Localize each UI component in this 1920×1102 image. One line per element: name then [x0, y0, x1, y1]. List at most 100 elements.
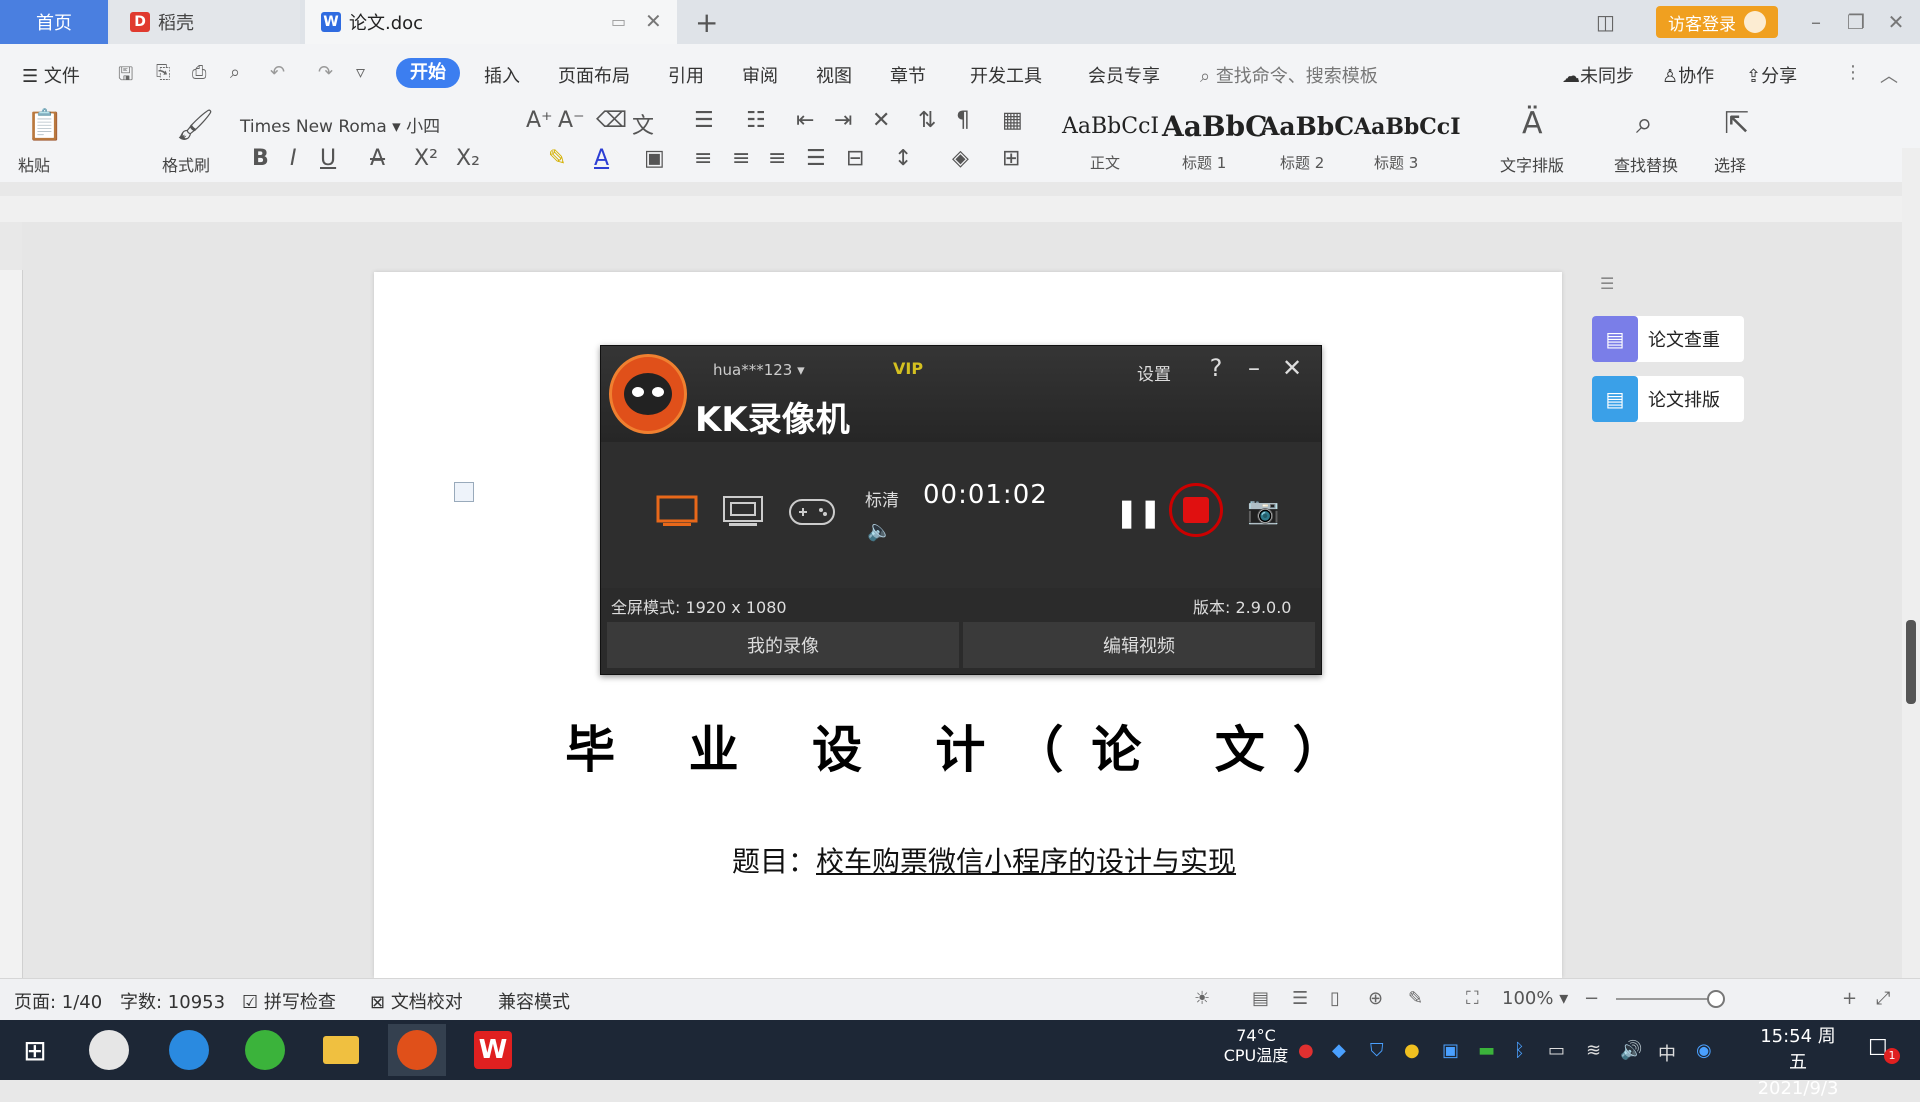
show-marks-icon[interactable]: ¶ — [956, 108, 970, 133]
page-view-icon[interactable]: ▤ — [1252, 988, 1269, 1009]
tray-360-icon[interactable]: ● — [1404, 1040, 1420, 1061]
collab-button[interactable]: ♙协作 — [1662, 62, 1714, 88]
pin-icon[interactable]: ▭ — [611, 12, 626, 31]
kk-quality-select[interactable]: 标清 — [865, 486, 899, 511]
tab-devtools[interactable]: 开发工具 — [970, 62, 1042, 88]
zoom-out-icon[interactable]: − — [1584, 988, 1599, 1009]
tab-document[interactable]: W 论文.doc ▭ ✕ — [305, 0, 677, 44]
bluetooth-icon[interactable]: ᛒ — [1514, 1040, 1525, 1061]
tray-app-icon[interactable]: ● — [1298, 1040, 1314, 1061]
app-360-icon[interactable] — [80, 1024, 138, 1076]
ie-browser-icon[interactable] — [160, 1024, 218, 1076]
print-preview-icon[interactable]: ⌕ — [230, 62, 240, 83]
tab-review[interactable]: 审阅 — [742, 62, 778, 88]
tab-view[interactable]: 视图 — [816, 62, 852, 88]
page-indicator[interactable]: 页面: 1/40 — [14, 988, 102, 1014]
paper-check-button[interactable]: ▤ 论文查重 — [1592, 316, 1744, 362]
cursor-select-icon[interactable]: ⇱ — [1724, 106, 1749, 141]
wifi-icon[interactable]: ≋ — [1586, 1040, 1601, 1061]
underline-icon[interactable]: U — [320, 146, 336, 171]
outline-view-icon[interactable]: ☰ — [1292, 988, 1308, 1009]
paper-format-button[interactable]: ▤ 论文排版 — [1592, 376, 1744, 422]
shrink-font-icon[interactable]: A⁻ — [558, 108, 585, 133]
share-button[interactable]: ⇪分享 — [1746, 62, 1797, 88]
spell-check-toggle[interactable]: ☑ 拼写检查 — [242, 988, 336, 1014]
fullscreen-icon[interactable]: ⤢ — [1876, 988, 1890, 1009]
superscript-icon[interactable]: X² — [414, 146, 438, 171]
subscript-icon[interactable]: X₂ — [456, 146, 480, 171]
distribute-icon[interactable]: ⊟ — [846, 146, 864, 171]
tray-shield-icon[interactable]: ⛉ — [1370, 1040, 1384, 1061]
strikethrough-icon[interactable]: A — [370, 146, 385, 171]
restore-icon[interactable]: ❐ — [1840, 8, 1872, 36]
style-h1-sample[interactable]: AaBbC — [1162, 110, 1267, 143]
minimize-icon[interactable]: – — [1800, 8, 1832, 36]
clear-format-icon[interactable]: ⌫ — [596, 108, 627, 133]
collapse-ribbon-icon[interactable]: ︿ — [1880, 62, 1898, 88]
tray-network-app-icon[interactable]: ◆ — [1332, 1040, 1346, 1061]
shading-icon[interactable]: ◈ — [952, 146, 969, 171]
font-color-icon[interactable]: A — [594, 146, 609, 171]
new-tab-icon[interactable]: + — [695, 6, 718, 39]
paste-icon[interactable]: 📋 — [26, 108, 63, 143]
browser-360-icon[interactable] — [236, 1024, 294, 1076]
eye-protect-icon[interactable]: ☀ — [1194, 988, 1210, 1009]
char-border-icon[interactable]: ▣ — [644, 146, 665, 171]
decrease-indent-icon[interactable]: ⇤ — [796, 108, 814, 133]
proofread-toggle[interactable]: ⊠ 文档校对 — [370, 988, 463, 1014]
phonetic-icon[interactable]: 文 — [632, 108, 654, 140]
system-clock[interactable]: 15:54 周五 2021/9/3 — [1752, 1024, 1844, 1102]
zoom-select[interactable]: 100% ▾ — [1502, 988, 1568, 1009]
kk-minimize-icon[interactable]: – — [1239, 354, 1269, 382]
tab-chapter[interactable]: 章节 — [890, 62, 926, 88]
file-explorer-icon[interactable] — [312, 1024, 370, 1076]
style-normal-sample[interactable]: AaBbCcI — [1062, 114, 1159, 139]
camera-icon[interactable]: 📷 — [1247, 496, 1279, 526]
align-center-icon[interactable]: ≡ — [732, 146, 750, 171]
kk-close-icon[interactable]: ✕ — [1277, 354, 1307, 382]
chinese-layout-icon[interactable]: ✕ — [872, 108, 890, 133]
save-icon[interactable]: 🖫 — [118, 62, 133, 92]
quick-access-dropdown-icon[interactable]: ▿ — [356, 62, 365, 83]
cpu-temp-widget[interactable]: 74°C CPU温度 — [1216, 1026, 1296, 1066]
kk-recorder-window[interactable]: hua***123 ▾ VIP KK录像机 设置 ? – ✕ 标清 🔈 00:0… — [600, 345, 1322, 675]
print-icon[interactable]: ⎙ — [192, 62, 206, 83]
panel-toggle-icon[interactable]: ☰ — [1600, 274, 1614, 293]
tab-member[interactable]: 会员专享 — [1088, 62, 1160, 88]
align-right-icon[interactable]: ≡ — [768, 146, 786, 171]
kk-username[interactable]: hua***123 ▾ — [713, 361, 805, 379]
vertical-ruler[interactable] — [0, 270, 23, 978]
more-icon[interactable]: ⋮ — [1844, 62, 1862, 83]
bullet-list-icon[interactable]: ☰ — [694, 108, 714, 133]
command-search[interactable]: ⌕ 查找命令、搜索模板 — [1200, 62, 1378, 88]
sort-icon[interactable]: ⇅ — [918, 108, 936, 133]
table-icon[interactable]: ▦ — [1002, 108, 1023, 133]
game-mode-icon[interactable] — [787, 494, 837, 528]
fullscreen-mode-icon[interactable] — [655, 494, 699, 528]
bold-icon[interactable]: B — [252, 146, 269, 171]
export-icon[interactable]: ⎘ — [156, 62, 170, 83]
pause-icon[interactable]: ❚❚ — [1115, 496, 1162, 529]
region-mode-icon[interactable] — [721, 494, 765, 528]
web-view-icon[interactable]: ⊕ — [1368, 988, 1383, 1009]
redo-icon[interactable]: ↷ — [318, 62, 333, 83]
edit-video-button[interactable]: 编辑视频 — [963, 622, 1315, 668]
increase-indent-icon[interactable]: ⇥ — [834, 108, 852, 133]
wps-taskbar-icon[interactable]: W — [464, 1024, 522, 1076]
text-layout-icon[interactable]: Ä — [1522, 106, 1543, 141]
tab-daoke[interactable]: D 稻壳 — [110, 0, 300, 44]
login-button[interactable]: 访客登录 — [1656, 6, 1778, 38]
horizontal-ruler[interactable] — [0, 196, 1920, 222]
tray-gpu-icon[interactable]: ▬ — [1478, 1040, 1495, 1061]
zoom-in-icon[interactable]: + — [1842, 988, 1857, 1009]
justify-icon[interactable]: ☰ — [806, 146, 826, 171]
numbered-list-icon[interactable]: ☷ — [746, 108, 766, 133]
border-icon[interactable]: ⊞ — [1002, 146, 1020, 171]
close-window-icon[interactable]: ✕ — [1880, 8, 1912, 36]
sync-button[interactable]: ☁未同步 — [1562, 62, 1634, 88]
align-left-icon[interactable]: ≡ — [694, 146, 712, 171]
kk-help-button[interactable]: ? — [1201, 354, 1231, 382]
tab-home[interactable]: 首页 — [0, 0, 108, 44]
windows-start-icon[interactable]: ⊞ — [6, 1024, 64, 1076]
vertical-scrollbar[interactable] — [1902, 148, 1920, 978]
